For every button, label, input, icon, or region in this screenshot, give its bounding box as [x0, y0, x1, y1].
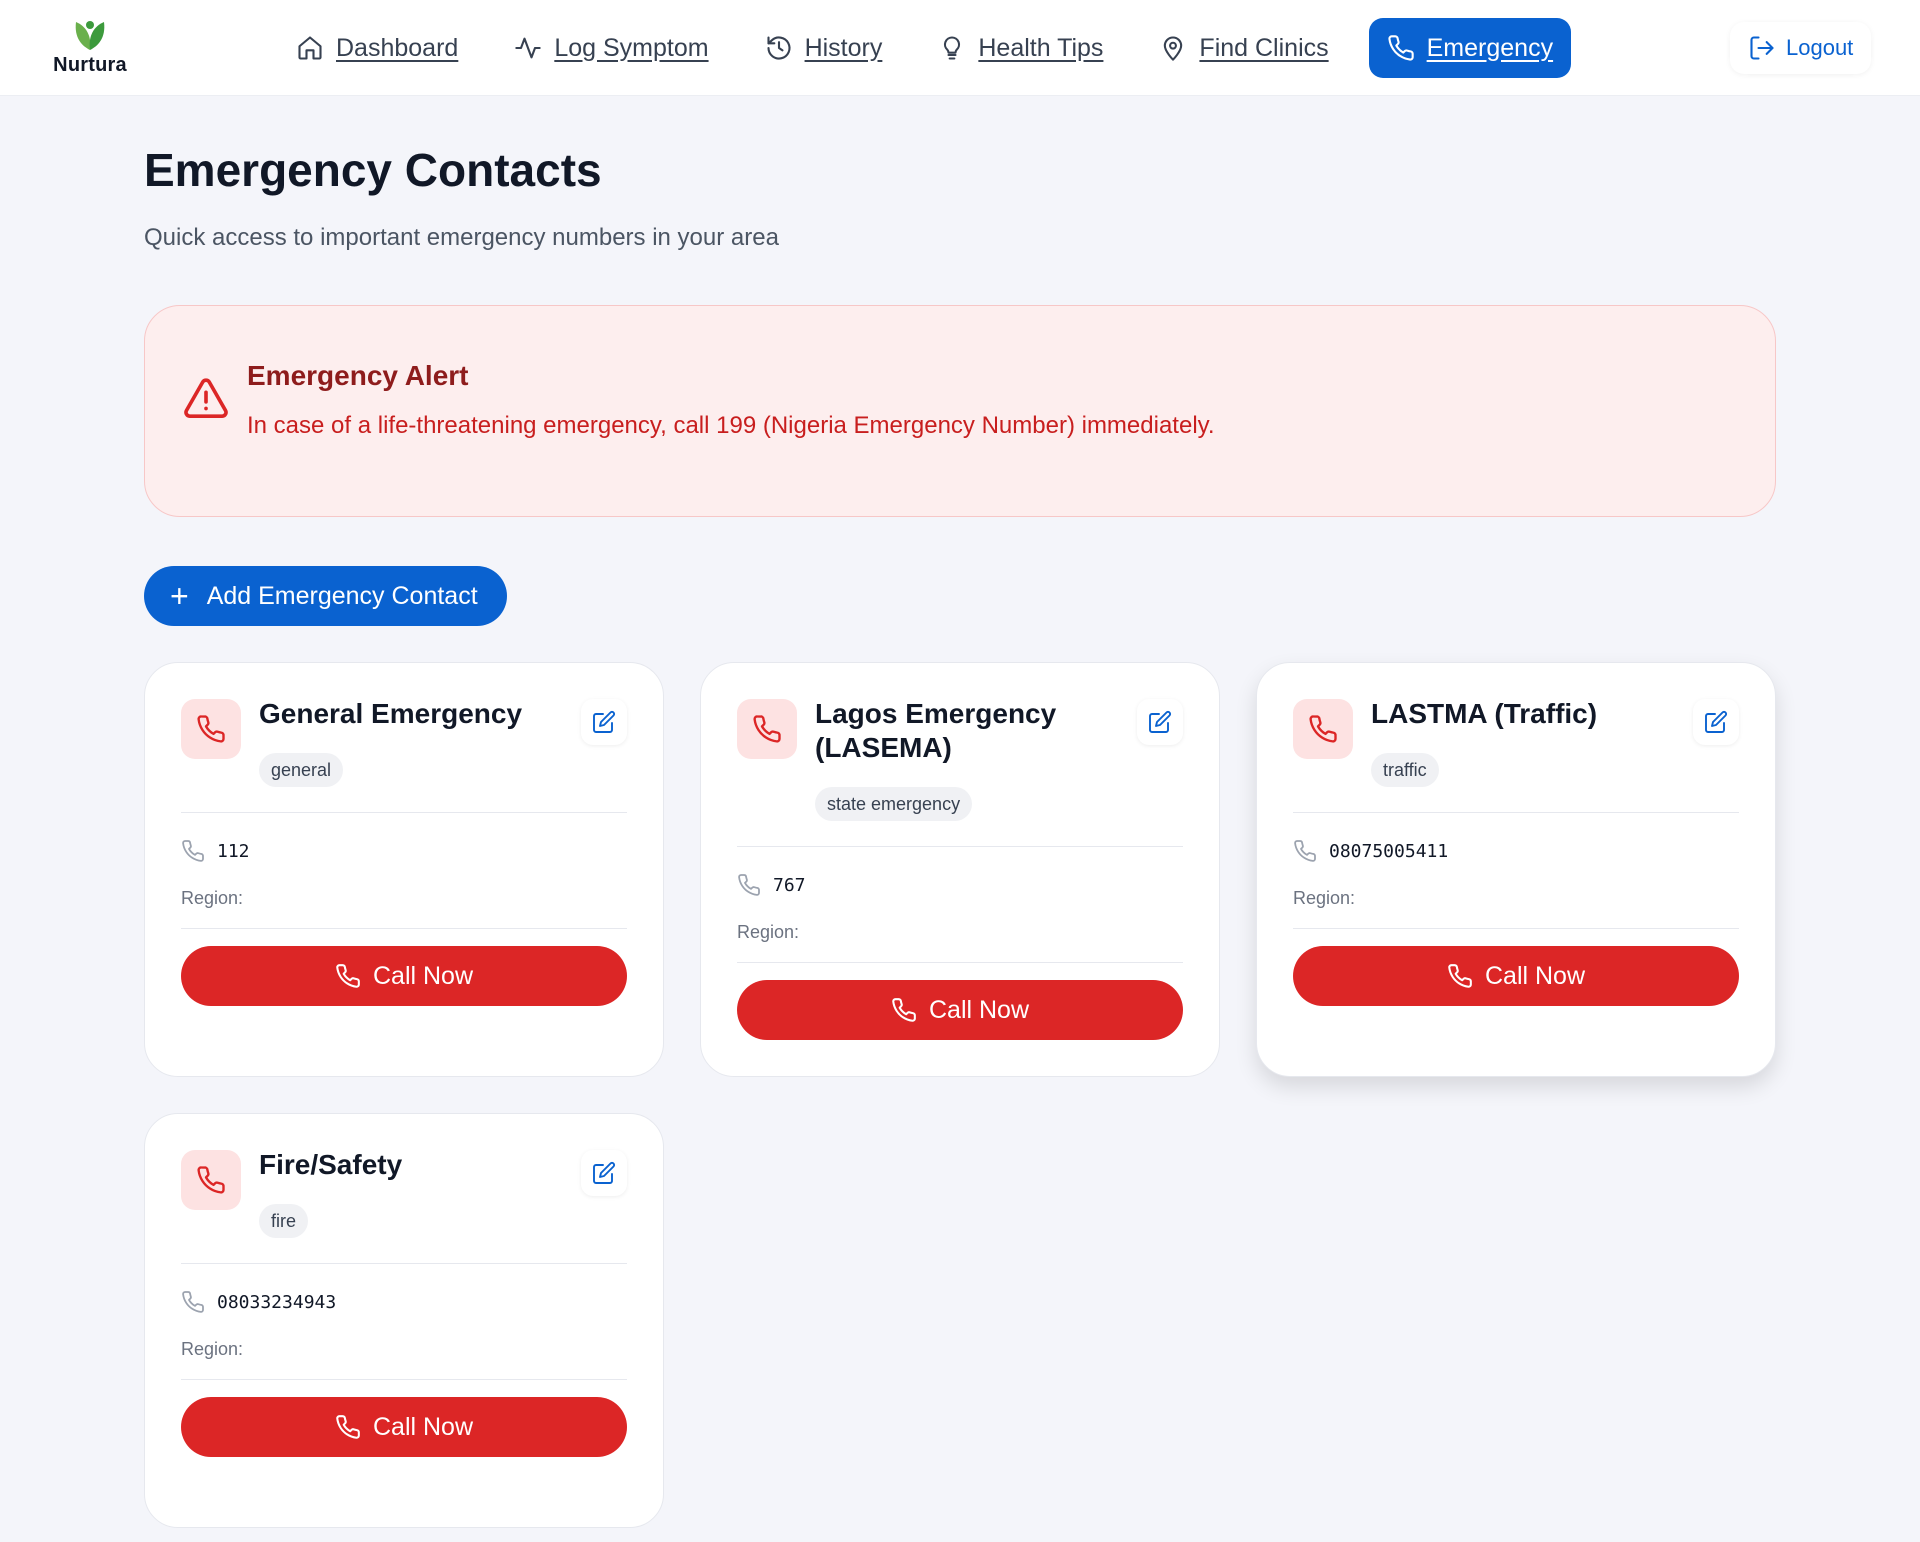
region-label: Region: [737, 922, 800, 942]
warning-triangle-icon [184, 378, 228, 418]
nav-item-dashboard[interactable]: Dashboard [280, 18, 474, 78]
phone-icon [737, 699, 797, 759]
brand-name: Nurtura [53, 54, 127, 76]
logout-icon [1750, 36, 1774, 60]
divider [737, 962, 1183, 963]
region-label: Region: [181, 888, 244, 908]
home-icon [298, 36, 322, 60]
top-navbar: Nurtura Dashboard Log Symptom History He… [0, 0, 1920, 96]
contact-card: General Emergency general 112 Region: Ca… [144, 662, 664, 1077]
divider [1293, 812, 1739, 813]
contact-card: Lagos Emergency (LASEMA) state emergency… [700, 662, 1220, 1077]
edit-contact-button[interactable] [1693, 699, 1739, 745]
nav-item-health-tips[interactable]: Health Tips [922, 18, 1119, 78]
emergency-alert-banner: Emergency Alert In case of a life-threat… [144, 305, 1776, 517]
contact-category-tag: fire [259, 1204, 309, 1238]
nav-item-label: History [804, 33, 883, 62]
add-button-label: Add Emergency Contact [206, 581, 478, 610]
leaf-logo-icon [75, 21, 105, 50]
call-now-button[interactable]: Call Now [181, 1397, 627, 1457]
divider [181, 1263, 627, 1264]
brand-logo[interactable]: Nurtura [48, 16, 132, 77]
activity-icon [515, 37, 542, 59]
nav-item-label: Log Symptom [554, 33, 709, 62]
edit-contact-button[interactable] [1137, 699, 1183, 745]
contact-category-tag: general [259, 753, 344, 787]
contact-name: General Emergency [259, 698, 523, 729]
divider [181, 812, 627, 813]
phone-icon [336, 1415, 360, 1439]
divider [181, 1379, 627, 1380]
phone-icon [336, 964, 360, 988]
edit-icon [593, 1162, 615, 1184]
nav-item-label: Health Tips [978, 33, 1104, 62]
plus-icon: + [170, 578, 189, 614]
call-now-label: Call Now [928, 995, 1030, 1024]
phone-icon [1294, 840, 1316, 862]
contact-card: LASTMA (Traffic) traffic 08075005411 Reg… [1256, 662, 1776, 1077]
alert-text: In case of a life-threatening emergency,… [247, 412, 1215, 439]
logout-button[interactable]: Logout [1730, 22, 1872, 74]
alert-title: Emergency Alert [247, 360, 469, 391]
nav-links: Dashboard Log Symptom History Health Tip… [280, 18, 1572, 78]
call-now-label: Call Now [372, 1412, 474, 1441]
call-now-button[interactable]: Call Now [1293, 946, 1739, 1006]
contact-name: LASTMA (Traffic) [1371, 698, 1598, 729]
phone-icon [892, 998, 916, 1022]
add-emergency-contact-button[interactable]: + Add Emergency Contact [144, 566, 507, 626]
phone-number: 08075005411 [1329, 840, 1449, 862]
edit-icon [593, 711, 615, 733]
divider [1293, 928, 1739, 929]
phone-icon [1388, 35, 1414, 61]
nav-item-find-clinics[interactable]: Find Clinics [1143, 18, 1344, 78]
phone-number: 08033234943 [217, 1291, 337, 1313]
contact-name: Fire/Safety [259, 1149, 403, 1180]
edit-contact-button[interactable] [581, 699, 627, 745]
phone-icon [181, 699, 241, 759]
phone-icon [738, 874, 760, 896]
nav-item-label: Find Clinics [1199, 33, 1329, 62]
nav-item-label: Dashboard [336, 33, 459, 62]
divider [737, 846, 1183, 847]
map-pin-icon [1164, 36, 1183, 61]
contact-category-tag: state emergency [815, 787, 973, 821]
phone-icon [181, 1150, 241, 1210]
phone-icon [1293, 699, 1353, 759]
phone-number-row: 08033234943 [181, 1290, 336, 1314]
edit-icon [1149, 711, 1171, 733]
nav-item-emergency[interactable]: Emergency [1368, 18, 1572, 78]
logout-label: Logout [1786, 35, 1854, 60]
page-subtitle: Quick access to important emergency numb… [144, 224, 779, 251]
phone-number-row: 08075005411 [1293, 839, 1448, 863]
contact-name: Lagos Emergency (LASEMA) [815, 698, 1057, 763]
contact-card: Fire/Safety fire 08033234943 Region: Cal… [144, 1113, 664, 1528]
nav-item-history[interactable]: History [749, 18, 899, 78]
nav-item-label: Emergency [1426, 33, 1554, 62]
history-icon [767, 36, 791, 60]
nav-item-log-symptom[interactable]: Log Symptom [498, 18, 724, 78]
phone-icon [1448, 964, 1472, 988]
region-label: Region: [181, 1339, 244, 1359]
call-now-button[interactable]: Call Now [181, 946, 627, 1006]
contact-category-tag: traffic [1371, 753, 1439, 787]
phone-number: 767 [773, 874, 806, 896]
phone-icon [182, 1291, 204, 1313]
phone-number: 112 [217, 840, 250, 862]
edit-contact-button[interactable] [581, 1150, 627, 1196]
call-now-label: Call Now [1484, 961, 1586, 990]
call-now-button[interactable]: Call Now [737, 980, 1183, 1040]
phone-number-row: 112 [181, 839, 250, 863]
edit-icon [1705, 711, 1727, 733]
call-now-label: Call Now [372, 961, 474, 990]
page-title: Emergency Contacts [144, 144, 602, 196]
region-label: Region: [1293, 888, 1356, 908]
phone-icon [182, 840, 204, 862]
lightbulb-icon [944, 36, 961, 60]
divider [181, 928, 627, 929]
phone-number-row: 767 [737, 873, 806, 897]
